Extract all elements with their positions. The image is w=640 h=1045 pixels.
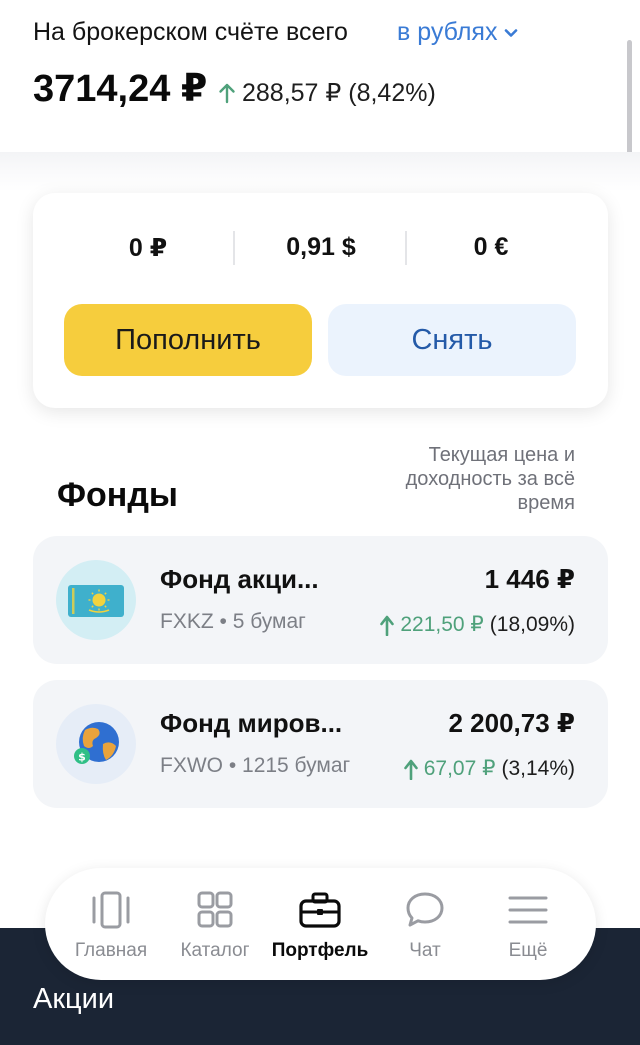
fund-change: 67,07 ₽ (3,14%) [403, 756, 575, 781]
kazakhstan-flag-icon [56, 560, 136, 640]
fund-change: 221,50 ₽ (18,09%) [380, 612, 575, 637]
stocks-section-title: Акции [33, 983, 115, 1015]
section-title: Фонды [57, 476, 178, 514]
fund-change-value: 221,50 ₽ [400, 613, 484, 636]
topup-button[interactable]: Пополнить [64, 304, 312, 376]
home-cards-icon [89, 890, 133, 930]
balance-usd: 0,91 $ [286, 233, 356, 261]
balance-eur: 0 € [473, 233, 509, 261]
arrow-up-icon [380, 615, 395, 636]
globe-icon: $ [56, 704, 136, 784]
tab-chat[interactable]: Чат [373, 868, 477, 980]
currency-select[interactable]: в рублях [397, 18, 519, 47]
fund-value: 2 200,73 ₽ [448, 708, 575, 738]
briefcase-icon [298, 890, 342, 930]
fund-change-percent: (18,09%) [489, 612, 575, 636]
bottom-tab-bar: Главная Каталог Портфель Чат Ещё [45, 868, 596, 980]
fund-name: Фонд акци... [160, 564, 319, 594]
currency-select-label: в рублях [397, 18, 498, 46]
balance-card: 0 ₽ 0,91 $ 0 € Пополнить Снять [33, 193, 608, 408]
section-note: Текущая цена и доходность за всё время [405, 444, 575, 514]
tab-portfolio[interactable]: Портфель [268, 868, 372, 980]
fund-change-value: 67,07 ₽ [423, 757, 496, 780]
arrow-up-icon [403, 759, 418, 780]
svg-text:$: $ [78, 751, 86, 764]
fund-card-fxkz[interactable]: Фонд акци... FXKZ • 5 бумаг 1 446 ₽ 221,… [33, 536, 608, 664]
tab-home[interactable]: Главная [59, 868, 163, 980]
menu-icon [506, 890, 550, 930]
tab-label: Главная [74, 940, 148, 961]
divider [405, 231, 407, 265]
total-value: 3714,24 ₽ [33, 68, 208, 110]
tab-label: Каталог [180, 940, 250, 961]
tab-label: Ещё [508, 940, 548, 961]
tab-more[interactable]: Ещё [476, 868, 580, 980]
account-total-label: На брокерском счёте всего [33, 18, 348, 46]
tab-label: Чат [409, 940, 441, 961]
fund-name: Фонд миров... [160, 708, 343, 738]
total-gain: 288,57 ₽ (8,42%) [218, 78, 436, 108]
fund-ticker-info: FXKZ • 5 бумаг [160, 610, 306, 633]
arrow-up-icon [219, 83, 235, 104]
tab-label: Портфель [271, 940, 369, 961]
tab-catalog[interactable]: Каталог [163, 868, 267, 980]
fund-change-percent: (3,14%) [501, 756, 575, 780]
fund-card-fxwo[interactable]: $ Фонд миров... FXWO • 1215 бумаг 2 200,… [33, 680, 608, 808]
balance-rub: 0 ₽ [128, 234, 168, 262]
withdraw-button[interactable]: Снять [328, 304, 576, 376]
divider [233, 231, 235, 265]
total-gain-value: 288,57 ₽ (8,42%) [242, 79, 436, 107]
fund-ticker-info: FXWO • 1215 бумаг [160, 754, 351, 777]
portfolio-header: На брокерском счёте всего в рублях 3714,… [0, 0, 640, 152]
fund-value: 1 446 ₽ [484, 564, 575, 594]
grid-icon [193, 890, 237, 930]
chat-bubble-icon [403, 890, 447, 930]
chevron-down-icon [505, 28, 518, 37]
